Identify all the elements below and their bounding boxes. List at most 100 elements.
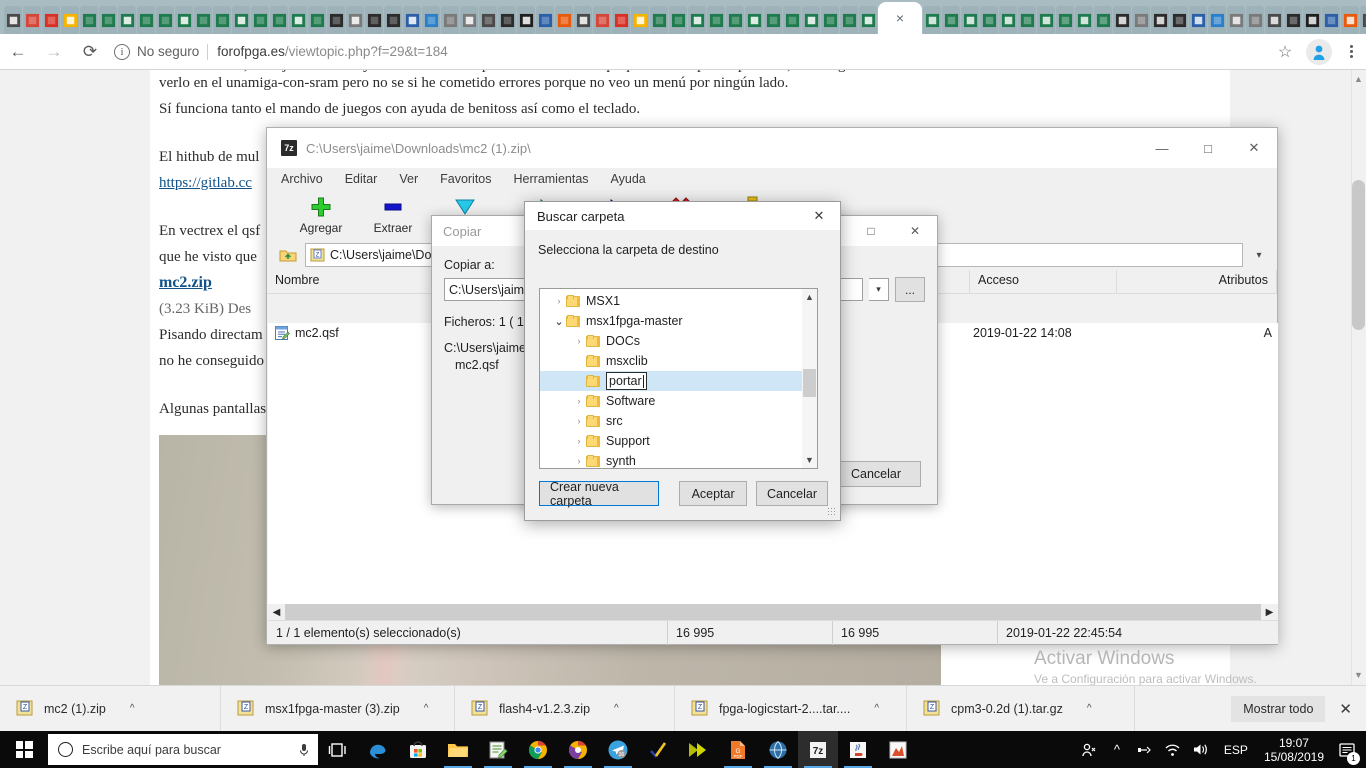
browser-tab[interactable]: [1094, 6, 1112, 34]
brave-icon[interactable]: [558, 731, 598, 768]
browser-tab[interactable]: [308, 6, 326, 34]
sevenzip-horizontal-scrollbar[interactable]: ◀ ▶: [268, 604, 1278, 620]
copy-dialog-maximize-button[interactable]: □: [849, 216, 893, 246]
tree-node-synth[interactable]: ›synth: [540, 451, 817, 469]
7zip-icon[interactable]: 7z: [798, 731, 838, 768]
browser-tab[interactable]: [555, 6, 573, 34]
notepadpp-icon[interactable]: [478, 731, 518, 768]
tree-node-software[interactable]: ›Software: [540, 391, 817, 411]
scroll-down-icon[interactable]: ▼: [1353, 670, 1364, 681]
browser-tab[interactable]: [1303, 6, 1321, 34]
profile-avatar[interactable]: [1306, 39, 1332, 65]
sevenzip-path-dropdown-icon[interactable]: ▾: [1249, 250, 1269, 261]
browser-tab[interactable]: [194, 6, 212, 34]
reload-icon[interactable]: ⟳: [72, 34, 108, 70]
back-icon[interactable]: ←: [0, 34, 36, 70]
toolbar-button-agregar[interactable]: Agregar: [285, 190, 357, 235]
action-center-button[interactable]: 1: [1332, 731, 1362, 768]
sevenzip-close-button[interactable]: ✕: [1231, 128, 1277, 168]
browser-tab[interactable]: [1151, 6, 1169, 34]
start-button[interactable]: [0, 731, 48, 768]
wifi-icon[interactable]: [1160, 731, 1186, 768]
copy-to-dropdown-icon[interactable]: ▾: [869, 278, 889, 301]
chevron-right-icon[interactable]: ›: [572, 436, 586, 446]
download-item[interactable]: Zflash4-v1.2.3.zip^: [455, 686, 675, 732]
gitlab-link[interactable]: https://gitlab.cc: [159, 175, 252, 191]
copy-to-browse-button[interactable]: ...: [895, 277, 925, 302]
attachment-link[interactable]: mc2.zip: [159, 274, 212, 291]
browser-tab[interactable]: [422, 6, 440, 34]
browser-tab[interactable]: [593, 6, 611, 34]
browser-tab[interactable]: [764, 6, 782, 34]
java-icon[interactable]: [838, 731, 878, 768]
download-item[interactable]: Zcpm3-0.2d (1).tar.gz^: [907, 686, 1135, 732]
browser-tab[interactable]: [650, 6, 668, 34]
browser-tab[interactable]: [365, 6, 383, 34]
browser-tab[interactable]: [270, 6, 288, 34]
browser-tab[interactable]: [688, 6, 706, 34]
hscroll-left-icon[interactable]: ◀: [268, 607, 285, 618]
accept-button[interactable]: Aceptar: [679, 481, 747, 506]
browser-tab[interactable]: [1322, 6, 1340, 34]
tree-node-portar[interactable]: portar: [540, 371, 817, 391]
browser-tab[interactable]: [612, 6, 630, 34]
browser-tab[interactable]: [327, 6, 345, 34]
copy-cancel-button[interactable]: Cancelar: [831, 461, 921, 487]
sevenzip-title-bar[interactable]: 7z C:\Users\jaime\Downloads\mc2 (1).zip\…: [267, 128, 1277, 168]
usb-icon[interactable]: [1132, 731, 1158, 768]
microsoft-store-icon[interactable]: [398, 731, 438, 768]
tab-close-icon[interactable]: ×: [896, 10, 904, 26]
browser-tab[interactable]: [80, 6, 98, 34]
browser-tab[interactable]: [574, 6, 592, 34]
menu-item-editar[interactable]: Editar: [345, 172, 378, 186]
chrome-icon[interactable]: [518, 731, 558, 768]
browser-tab[interactable]: [441, 6, 459, 34]
chevron-right-icon[interactable]: ›: [572, 416, 586, 426]
tree-node-msx1fpga-master[interactable]: ⌄msx1fpga-master: [540, 311, 817, 331]
chevron-right-icon[interactable]: ›: [552, 296, 566, 306]
browser-tab[interactable]: [99, 6, 117, 34]
browser-tab[interactable]: [23, 6, 41, 34]
people-icon[interactable]: [1076, 731, 1102, 768]
download-item[interactable]: Zmsx1fpga-master (3).zip^: [221, 686, 455, 732]
hscroll-track[interactable]: [285, 604, 1261, 620]
column-header-acceso[interactable]: Acceso: [970, 270, 1117, 293]
tree-node-msxclib[interactable]: msxclib: [540, 351, 817, 371]
browser-tab[interactable]: [213, 6, 231, 34]
browser-tab[interactable]: [498, 6, 516, 34]
browse-dialog-close-button[interactable]: ✕: [798, 202, 840, 230]
chevron-down-icon[interactable]: ⌄: [552, 315, 566, 328]
browser-tab[interactable]: [479, 6, 497, 34]
browser-tab[interactable]: [840, 6, 858, 34]
browser-tab[interactable]: [1132, 6, 1150, 34]
menu-item-herramientas[interactable]: Herramientas: [514, 172, 589, 186]
chevron-right-icon[interactable]: ›: [572, 336, 586, 346]
download-item[interactable]: Zmc2 (1).zip^: [0, 686, 221, 732]
browser-tab[interactable]: [923, 6, 941, 34]
browser-tab[interactable]: [289, 6, 307, 34]
hscroll-right-icon[interactable]: ▶: [1261, 607, 1278, 618]
tree-scroll-down-icon[interactable]: ▼: [802, 452, 817, 468]
browser-tab[interactable]: [1360, 6, 1366, 34]
browser-tab[interactable]: [1113, 6, 1131, 34]
browser-tab[interactable]: [961, 6, 979, 34]
check-icon[interactable]: [638, 731, 678, 768]
sevenzip-maximize-button[interactable]: □: [1185, 128, 1231, 168]
browser-tab[interactable]: [460, 6, 478, 34]
browser-tab[interactable]: [536, 6, 554, 34]
browser-tab[interactable]: [707, 6, 725, 34]
browser-tab[interactable]: [745, 6, 763, 34]
browse-dialog-title-bar[interactable]: Buscar carpeta ✕: [525, 202, 840, 230]
browser-tab[interactable]: [631, 6, 649, 34]
task-view-icon[interactable]: [318, 731, 358, 768]
browser-tab[interactable]: [802, 6, 820, 34]
page-scrollbar[interactable]: ▲ ▼: [1351, 70, 1366, 685]
menu-item-archivo[interactable]: Archivo: [281, 172, 323, 186]
browser-tab[interactable]: [783, 6, 801, 34]
browser-tab[interactable]: [1265, 6, 1283, 34]
browser-tab[interactable]: [1284, 6, 1302, 34]
download-item-menu-icon[interactable]: ^: [874, 703, 879, 714]
site-info-icon[interactable]: i: [114, 44, 130, 60]
browser-tab[interactable]: [1341, 6, 1359, 34]
browser-tab[interactable]: [232, 6, 250, 34]
